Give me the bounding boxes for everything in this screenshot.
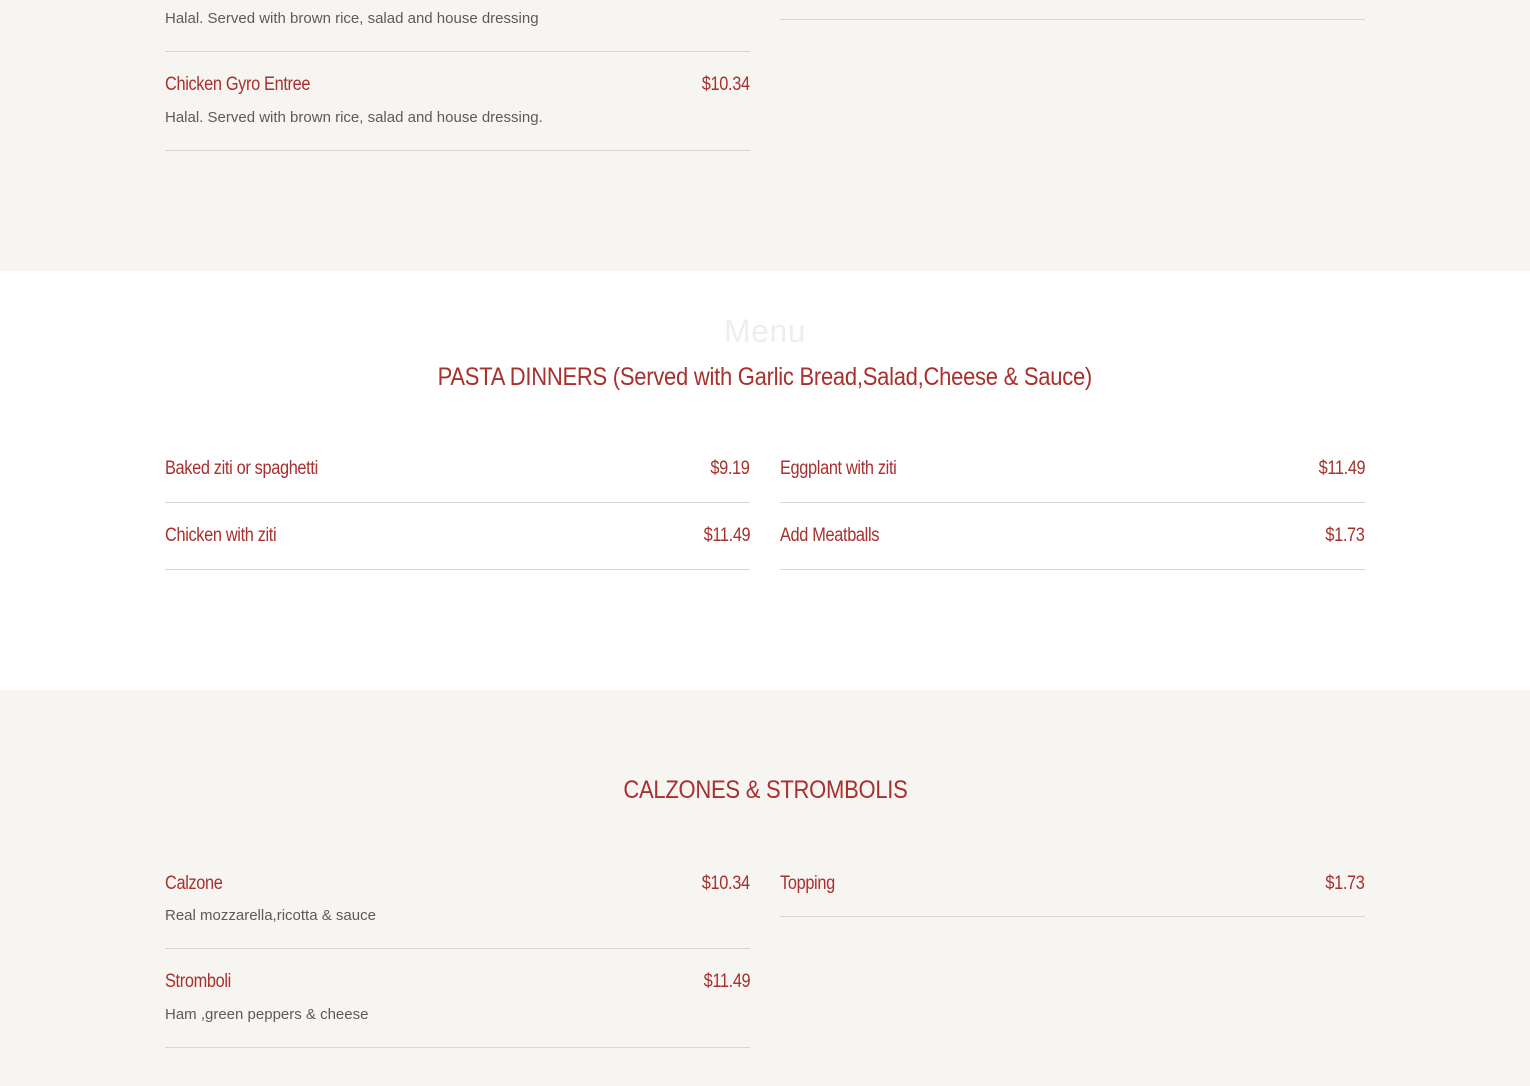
menu-item-name: Stromboli — [165, 971, 231, 992]
calzones-strombolis-section: CALZONES & STROMBOLIS Calzone $10.34 Rea… — [0, 690, 1530, 1086]
menu-item-name: Chicken Gyro Entree — [165, 74, 311, 95]
menu-item-name: Eggplant with ziti — [780, 458, 897, 479]
menu-item-price: $11.49 — [703, 525, 750, 546]
menu-item[interactable] — [780, 0, 1365, 20]
menu-item-price: $10.34 — [702, 74, 750, 95]
menu-item-description: Real mozzarella,ricotta & sauce — [165, 907, 376, 924]
menu-item[interactable]: Topping $1.73 — [780, 872, 1365, 917]
menu-item-price: $1.73 — [1325, 873, 1366, 894]
menu-item-name: Chicken with ziti — [165, 525, 277, 546]
section-title: CALZONES & STROMBOLIS — [0, 776, 1530, 805]
section-title-text: PASTA DINNERS (Served with Garlic Bread,… — [437, 363, 1093, 391]
menu-item-description: Halal. Served with brown rice, salad and… — [165, 109, 543, 126]
section-kicker: Menu — [723, 313, 807, 349]
menu-item-price: $1.73 — [1325, 525, 1366, 546]
section-title-text: CALZONES & STROMBOLIS — [622, 776, 908, 804]
pasta-dinners-section: Menu PASTA DINNERS (Served with Garlic B… — [0, 271, 1530, 690]
menu-item[interactable]: Calzone $10.34 Real mozzarella,ricotta &… — [165, 872, 750, 949]
menu-item-price: $11.49 — [1318, 458, 1365, 479]
menu-item-price: $9.19 — [710, 458, 751, 479]
menu-item[interactable]: Add Meatballs $1.73 — [780, 503, 1365, 570]
menu-item-price: $11.49 — [703, 971, 750, 992]
menu-item-name: Calzone — [165, 873, 223, 894]
menu-item[interactable]: Chicken Gyro Entree $10.34 Halal. Served… — [165, 52, 750, 151]
previous-category-section: Halal. Served with brown rice, salad and… — [0, 0, 1530, 271]
menu-page: Halal. Served with brown rice, salad and… — [0, 0, 1530, 1086]
menu-item-name: Add Meatballs — [780, 525, 880, 546]
menu-item-price: $10.34 — [702, 873, 750, 894]
menu-item[interactable]: Halal. Served with brown rice, salad and… — [165, 0, 750, 52]
section-title: PASTA DINNERS (Served with Garlic Bread,… — [0, 363, 1530, 392]
menu-item-name: Baked ziti or spaghetti — [165, 458, 318, 479]
menu-item-description: Halal. Served with brown rice, salad and… — [165, 10, 539, 27]
menu-item-description: Ham ,green peppers & cheese — [165, 1006, 369, 1023]
menu-item[interactable]: Eggplant with ziti $11.49 — [780, 457, 1365, 503]
menu-item[interactable]: Stromboli $11.49 Ham ,green peppers & ch… — [165, 949, 750, 1048]
menu-item[interactable]: Chicken with ziti $11.49 — [165, 503, 750, 570]
menu-item-name: Topping — [780, 873, 835, 894]
menu-item[interactable]: Baked ziti or spaghetti $9.19 — [165, 457, 750, 503]
